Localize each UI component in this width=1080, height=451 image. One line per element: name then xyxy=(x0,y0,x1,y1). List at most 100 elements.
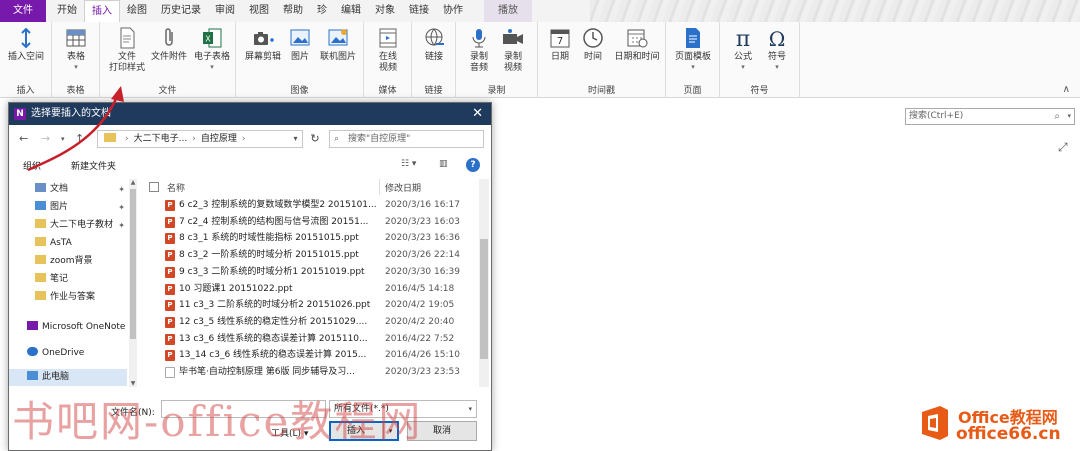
organize-button[interactable]: 组织 xyxy=(23,159,41,172)
group-label-symbols: 符号 xyxy=(750,86,769,96)
file-attachment-label: 文件附件 xyxy=(150,52,187,62)
nav-item-this-pc[interactable]: 此电脑 xyxy=(9,369,127,386)
scrollbar-thumb[interactable] xyxy=(480,239,488,359)
folder-search-input[interactable]: ⌕ 搜索"自控原理" xyxy=(329,130,484,148)
file-row[interactable]: 8 c3_2 一阶系统的时域分析 20151015.ppt 2020/3/26 2… xyxy=(141,247,477,264)
file-name: 13_14 c3_6 线性系统的稳态误差计算 2015... xyxy=(179,350,367,361)
tab-edit[interactable]: 编辑 xyxy=(334,0,368,22)
scroll-down-icon[interactable]: ▼ xyxy=(129,380,137,387)
tab-review[interactable]: 审阅 xyxy=(208,0,242,22)
refresh-icon[interactable]: ↻ xyxy=(305,130,325,148)
powerpoint-file-icon xyxy=(165,281,175,297)
nav-item-onenote[interactable]: Microsoft OneNote xyxy=(9,319,127,336)
link-button[interactable]: 链接 xyxy=(420,26,448,63)
column-divider[interactable] xyxy=(379,179,380,195)
tab-playback[interactable]: 播放 xyxy=(484,0,532,22)
online-picture-button[interactable]: 联机图片 xyxy=(314,26,362,63)
pin-icon: ✦ xyxy=(118,185,125,194)
nav-item-pictures[interactable]: 图片 ✦ xyxy=(9,199,127,216)
file-row[interactable]: 毕书笔·自动控制原理 第6版 同步辅导及习... 2020/3/23 23:53 xyxy=(141,364,477,382)
nav-item-asta[interactable]: AsTA xyxy=(9,235,127,252)
preview-pane-icon[interactable]: ▥ xyxy=(439,159,448,169)
file-row[interactable]: 7 c2_4 控制系统的结构图与信号流图 20151... 2020/3/23 1… xyxy=(141,214,477,230)
file-row[interactable]: 11 c3_3 二阶系统的时域分析2 20151026.ppt 2020/4/2 … xyxy=(141,297,477,314)
up-arrow-icon[interactable]: ↑ xyxy=(75,132,84,145)
tab-object[interactable]: 对象 xyxy=(368,0,402,22)
tab-home[interactable]: 开始 xyxy=(50,0,84,22)
search-icon: ⌕ xyxy=(334,134,340,144)
breadcrumb-current[interactable]: 自控原理 xyxy=(201,134,237,144)
page-template-button[interactable]: 页面模板 ▾ xyxy=(670,26,716,71)
symbol-button[interactable]: Ω 符号 ▾ xyxy=(762,26,792,71)
spreadsheet-button[interactable]: X 电子表格 ▾ xyxy=(190,26,234,71)
column-header-name[interactable]: 名称 xyxy=(167,181,185,194)
tab-collaborate[interactable]: 协作 xyxy=(436,0,470,22)
new-folder-button[interactable]: 新建文件夹 xyxy=(71,159,116,172)
scrollbar-thumb[interactable] xyxy=(130,189,136,339)
tab-insert[interactable]: 插入 xyxy=(84,0,120,22)
recent-locations-icon[interactable]: ▾ xyxy=(61,135,65,143)
search-input[interactable]: 搜索(Ctrl+E) ⌕ ▾ xyxy=(905,108,1075,125)
time-button[interactable]: 时间 xyxy=(578,26,608,63)
equation-button[interactable]: π 公式 ▾ xyxy=(728,26,758,71)
column-header-modified[interactable]: 修改日期 xyxy=(385,181,421,194)
picture-label: 图片 xyxy=(290,52,309,62)
collapse-ribbon-icon[interactable]: ∧ xyxy=(1063,84,1070,95)
insert-space-button[interactable]: 插入空间 xyxy=(6,26,46,63)
nav-item-zoom-background[interactable]: zoom背景 xyxy=(9,253,127,270)
file-row[interactable]: 13 c3_6 线性系统的稳态误差计算 2015110... 2016/4/22 … xyxy=(141,331,477,347)
file-row[interactable]: 10 习题课1 20151022.ppt 2016/4/5 14:18 xyxy=(141,281,477,297)
tab-draw[interactable]: 绘图 xyxy=(120,0,154,22)
date-time-button[interactable]: 日期和时间 xyxy=(610,26,664,63)
nav-item-onedrive[interactable]: OneDrive xyxy=(9,345,127,362)
file-row[interactable]: 9 c3_3 二阶系统的时域分析1 20151019.ppt 2020/3/30 … xyxy=(141,264,477,280)
tab-view[interactable]: 视图 xyxy=(242,0,276,22)
powerpoint-file-icon xyxy=(165,297,175,314)
expand-icon[interactable]: ⤢ xyxy=(1058,140,1068,155)
table-button[interactable]: 表格 ▾ xyxy=(60,26,92,71)
group-label-images: 图像 xyxy=(290,86,309,96)
file-printout-button[interactable]: 文件 打印样式 xyxy=(106,26,148,74)
dialog-title-bar[interactable]: N 选择要插入的文档 ✕ xyxy=(9,103,491,125)
date-button[interactable]: 7 日期 xyxy=(544,26,576,63)
close-icon[interactable]: ✕ xyxy=(472,103,483,125)
tab-zhen[interactable]: 珍 xyxy=(310,0,334,22)
file-attachment-button[interactable]: 文件附件 xyxy=(148,26,190,63)
tab-help[interactable]: 帮助 xyxy=(276,0,310,22)
nav-item-textbooks[interactable]: 大二下电子教材 ✦ xyxy=(9,217,127,234)
record-video-button[interactable]: 录制 视频 xyxy=(498,26,528,74)
scroll-up-icon[interactable]: ▲ xyxy=(129,179,137,186)
excel-icon: X xyxy=(203,28,222,48)
online-video-button[interactable]: 在线 视频 xyxy=(374,26,402,74)
screen-clip-button[interactable]: 屏幕剪辑 xyxy=(240,26,286,63)
view-options-icon[interactable]: ☷ ▾ xyxy=(401,159,416,169)
tab-file[interactable]: 文件 xyxy=(0,0,46,22)
file-row[interactable]: 13_14 c3_6 线性系统的稳态误差计算 2015... 2016/4/26 … xyxy=(141,347,477,364)
address-bar[interactable]: › 大二下电子... › 自控原理 › xyxy=(97,130,303,148)
chevron-down-icon[interactable]: ▾ xyxy=(1067,109,1071,124)
record-audio-button[interactable]: 录制 音频 xyxy=(464,26,494,74)
file-list-scrollbar[interactable] xyxy=(479,179,489,387)
breadcrumb-parent[interactable]: 大二下电子... xyxy=(134,134,188,144)
navigation-pane-scrollbar[interactable]: ▲ ▼ xyxy=(129,179,137,387)
nav-item-homework[interactable]: 作业与答案 xyxy=(9,289,127,306)
address-dropdown-icon[interactable]: ▾ xyxy=(288,130,303,148)
select-all-checkbox[interactable] xyxy=(149,182,159,192)
tab-links[interactable]: 链接 xyxy=(402,0,436,22)
help-icon[interactable]: ? xyxy=(466,158,480,172)
file-row[interactable]: 8 c3_1 系统的时域性能指标 20151015.ppt 2020/3/23 1… xyxy=(141,230,477,247)
picture-button[interactable]: 图片 xyxy=(288,26,312,63)
nav-item-notes[interactable]: 笔记 xyxy=(9,271,127,288)
back-arrow-icon[interactable]: ← xyxy=(19,132,28,145)
paperclip-icon xyxy=(165,28,173,46)
dialog-toolbar: 组织 新建文件夹 ☷ ▾ ▥ ? xyxy=(9,155,491,177)
svg-text:Ω: Ω xyxy=(769,27,786,50)
forward-arrow-icon[interactable]: → xyxy=(41,132,50,145)
logo-url: office66.cn xyxy=(956,424,1061,444)
search-icon[interactable]: ⌕ xyxy=(1054,109,1060,124)
nav-item-documents[interactable]: 文档 ✦ xyxy=(9,181,127,198)
file-name: 6 c2_3 控制系统的复数域数学模型2 2015101... xyxy=(179,200,377,210)
file-row[interactable]: 6 c2_3 控制系统的复数域数学模型2 2015101... 2020/3/16… xyxy=(141,197,477,214)
tab-history[interactable]: 历史记录 xyxy=(154,0,208,22)
file-row[interactable]: 12 c3_5 线性系统的稳定性分析 20151029.... 2020/4/2 … xyxy=(141,314,477,331)
